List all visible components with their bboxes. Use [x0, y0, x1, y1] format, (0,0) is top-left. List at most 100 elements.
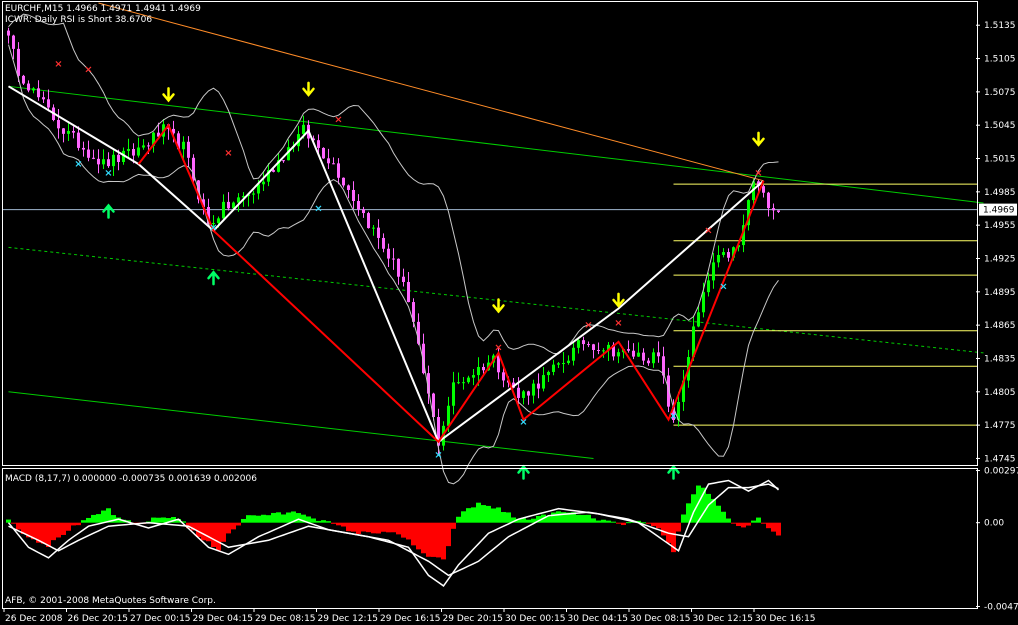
cyan-cross-marker: × [434, 450, 442, 461]
candle-body [597, 349, 600, 351]
candle-body [637, 352, 640, 357]
candle-body [117, 154, 120, 163]
candle-body [697, 312, 700, 327]
macd-histogram-bar [736, 522, 741, 527]
macd-histogram-bar [771, 522, 776, 532]
time-tick-label: 30 Dec 00:15 [505, 614, 566, 624]
copyright-label: AFB, © 2001-2008 MetaQuotes Software Cor… [5, 596, 216, 606]
macd-histogram-bar [356, 522, 361, 534]
red-cross-marker: × [84, 65, 92, 76]
price-tick-label: 1.4775 [984, 421, 1016, 431]
candle-body [722, 252, 725, 255]
candle-body [447, 405, 450, 426]
macd-histogram-bar [101, 510, 106, 523]
macd-tick-label: -0.004770 [984, 602, 1018, 612]
macd-histogram-bar [371, 522, 376, 534]
macd-histogram-bar [756, 517, 761, 523]
macd-histogram-bar [231, 522, 236, 530]
candle-body [262, 181, 265, 185]
red-cross-marker: × [704, 226, 712, 237]
macd-histogram-bar [281, 514, 286, 523]
macd-histogram-bar [66, 522, 71, 531]
macd-histogram-bar [476, 502, 481, 523]
macd-histogram-bar [151, 517, 156, 523]
macd-tick-label: 0.002970 [984, 467, 1018, 477]
current-price-label: 1.4969 [983, 206, 1015, 216]
macd-tick-label: 0.00 [984, 519, 1004, 529]
time-tick-label: 30 Dec 04:15 [568, 614, 629, 624]
macd-histogram-bar [611, 521, 616, 523]
price-tick-label: 1.4895 [984, 288, 1016, 298]
candle-body [367, 213, 370, 229]
macd-histogram-bar [416, 522, 421, 550]
candle-body [402, 276, 405, 282]
trading-chart[interactable]: 1.4969 × × × × × × × × × × × × × × × × × EURCHF,M15 1.496… [0, 0, 1018, 625]
macd-histogram-bar [336, 522, 341, 526]
price-tick-label: 1.4985 [984, 188, 1016, 198]
macd-histogram-bar [506, 512, 511, 523]
candle-body [97, 158, 100, 165]
candle-body [647, 360, 650, 364]
candle-body [517, 387, 520, 398]
time-tick-label: 26 Dec 2008 [5, 614, 63, 624]
macd-histogram-bar [241, 518, 246, 523]
macd-histogram-bar [681, 514, 686, 523]
candle-body [87, 149, 90, 158]
candle-body [482, 366, 485, 371]
candle-body [137, 147, 140, 156]
price-tick-label: 1.4835 [984, 354, 1016, 364]
candle-body [707, 280, 710, 293]
candle-body [227, 201, 230, 209]
candle-body [702, 292, 705, 313]
price-tick-label: 1.4865 [984, 321, 1016, 331]
macd-histogram-bar [741, 522, 746, 528]
time-tick-label: 26 Dec 20:15 [68, 614, 129, 624]
macd-histogram-bar [421, 522, 426, 554]
macd-histogram-bar [491, 508, 496, 523]
time-tick-label: 29 Dec 20:15 [443, 614, 504, 624]
macd-histogram-bar [386, 522, 391, 533]
price-tick-label: 1.4955 [984, 221, 1016, 231]
macd-histogram-bar [6, 519, 11, 523]
time-tick-label: 29 Dec 12:15 [318, 614, 379, 624]
macd-histogram-bar [486, 505, 491, 523]
red-cross-marker: × [334, 115, 342, 126]
candle-body [187, 141, 190, 158]
candle-body [452, 382, 455, 406]
macd-histogram-bar [276, 512, 281, 523]
candle-body [12, 35, 15, 49]
macd-histogram-bar [646, 522, 651, 524]
time-tick-label: 30 Dec 12:15 [693, 614, 754, 624]
candle-body [542, 375, 545, 389]
red-cross-marker: × [54, 59, 62, 70]
candle-body [32, 88, 35, 91]
candle-body [222, 201, 225, 219]
candle-body [72, 131, 75, 133]
candle-body [397, 258, 400, 277]
candle-body [552, 364, 555, 372]
candle-body [462, 382, 465, 384]
candle-body [582, 340, 585, 345]
macd-histogram-bar [466, 508, 471, 523]
macd-histogram-bar [46, 522, 51, 547]
price-tick-label: 1.4745 [984, 454, 1016, 464]
macd-histogram-bar [651, 522, 656, 527]
candle-body [392, 258, 395, 260]
candle-body [317, 140, 320, 148]
macd-histogram-bar [481, 505, 486, 523]
macd-histogram-bar [86, 517, 91, 523]
candle-body [62, 128, 65, 134]
macd-histogram-bar [556, 511, 561, 523]
candle-body [82, 147, 85, 150]
candle-body [572, 347, 575, 361]
time-tick-label: 29 Dec 08:15 [255, 614, 316, 624]
candle-body [567, 360, 570, 364]
candle-body [252, 193, 255, 195]
candle-body [387, 248, 390, 259]
macd-histogram-bar [496, 507, 501, 523]
candle-body [632, 350, 635, 357]
macd-histogram-bar [256, 515, 261, 523]
candle-body [112, 154, 115, 167]
candle [22, 74, 25, 85]
candle-body [777, 210, 780, 212]
